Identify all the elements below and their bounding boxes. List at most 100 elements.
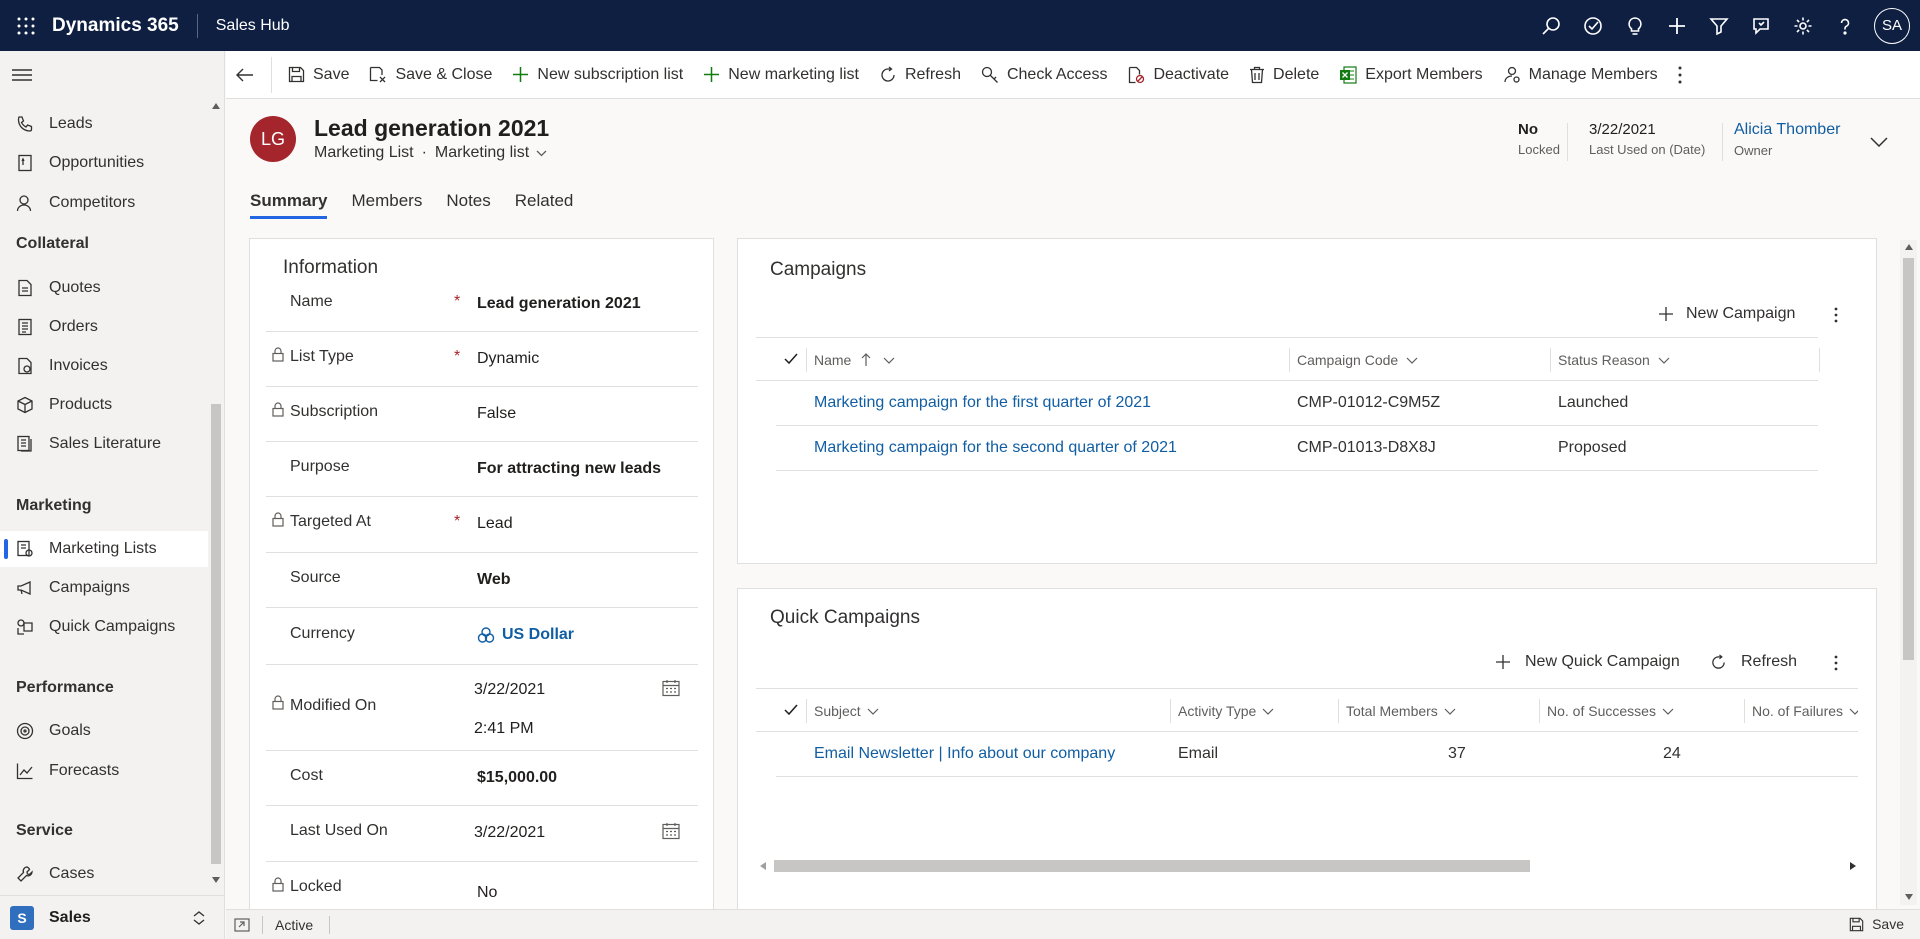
owner-link[interactable]: Alicia Thomber <box>1734 121 1840 139</box>
area-switcher[interactable]: S Sales <box>0 895 224 939</box>
select-all-checkmark-icon[interactable] <box>784 704 798 716</box>
deactivate-button[interactable]: Deactivate <box>1117 51 1239 99</box>
purpose-input[interactable]: For attracting new leads <box>477 460 661 478</box>
column-separator <box>806 348 807 372</box>
sidebar-item-competitors[interactable]: Competitors <box>0 185 208 221</box>
plus-icon[interactable] <box>1656 0 1698 51</box>
scroll-down-icon[interactable] <box>1905 894 1913 900</box>
horizontal-scrollbar[interactable] <box>756 857 1860 875</box>
source-select[interactable]: Web <box>477 571 510 589</box>
back-button[interactable] <box>226 56 272 93</box>
save-close-button[interactable]: Save & Close <box>359 51 502 99</box>
sidebar-item-sales-literature[interactable]: Sales Literature <box>0 426 208 462</box>
quick-campaign-subject-link[interactable]: Email Newsletter | Info about our compan… <box>814 745 1115 763</box>
column-header-successes[interactable]: No. of Successes <box>1547 703 1674 719</box>
more-vertical-icon[interactable] <box>1834 655 1838 671</box>
sidebar-item-quotes[interactable]: Quotes <box>0 270 208 306</box>
scroll-down-icon[interactable] <box>212 877 220 883</box>
last-used-input[interactable]: 3/22/2021 <box>474 824 545 842</box>
calendar-icon[interactable] <box>662 822 680 840</box>
column-header-status-reason[interactable]: Status Reason <box>1558 352 1670 368</box>
column-header-failures[interactable]: No. of Failures <box>1752 703 1858 719</box>
quick-refresh-button[interactable]: Refresh <box>1710 653 1797 671</box>
sidebar-item-label: Opportunities <box>49 154 145 171</box>
sidebar-scroll-thumb[interactable] <box>211 404 221 864</box>
tab-notes[interactable]: Notes <box>446 191 490 219</box>
sidebar-scrollbar[interactable] <box>208 51 224 891</box>
sidebar-item-quick-campaigns[interactable]: Quick Campaigns <box>0 609 208 645</box>
lightbulb-icon[interactable] <box>1614 0 1656 51</box>
sidebar-item-invoices[interactable]: Invoices <box>0 348 208 384</box>
sidebar-item-campaigns[interactable]: Campaigns <box>0 570 208 606</box>
tab-related[interactable]: Related <box>515 191 574 219</box>
open-in-new-window-icon[interactable] <box>234 917 250 932</box>
cost-input[interactable]: $15,000.00 <box>477 769 557 787</box>
tab-members[interactable]: Members <box>351 191 422 219</box>
currency-link[interactable]: US Dollar <box>502 626 574 644</box>
help-icon[interactable] <box>1824 0 1866 51</box>
form-selector[interactable]: Marketing list <box>435 144 529 162</box>
campaign-name-link[interactable]: Marketing campaign for the first quarter… <box>814 394 1151 412</box>
new-marketing-label: New marketing list <box>728 65 859 83</box>
calendar-icon[interactable] <box>662 679 680 697</box>
delete-button[interactable]: Delete <box>1239 51 1329 99</box>
user-avatar[interactable]: SA <box>1874 7 1910 44</box>
sidebar-item-goals[interactable]: Goals <box>0 713 208 749</box>
table-row[interactable]: Marketing campaign for the second quarte… <box>776 426 1818 471</box>
export-members-button[interactable]: Export Members <box>1329 51 1492 99</box>
campaign-name-link[interactable]: Marketing campaign for the second quarte… <box>814 439 1177 457</box>
field-name: Name * Lead generation 2021 <box>266 277 698 332</box>
main-scroll-thumb[interactable] <box>1903 258 1914 660</box>
new-quick-campaign-button[interactable]: New Quick Campaign <box>1495 653 1680 671</box>
new-campaign-button[interactable]: New Campaign <box>1658 305 1795 323</box>
horizontal-scroll-thumb[interactable] <box>774 860 1530 872</box>
column-header-activity-type[interactable]: Activity Type <box>1178 703 1274 719</box>
scroll-left-icon[interactable] <box>760 862 766 870</box>
save-button[interactable]: Save <box>278 51 359 99</box>
refresh-button[interactable]: Refresh <box>869 51 971 99</box>
new-marketing-list-button[interactable]: New marketing list <box>693 51 869 99</box>
gear-icon[interactable] <box>1782 0 1824 51</box>
table-row[interactable]: Marketing campaign for the first quarter… <box>776 381 1818 426</box>
column-header-campaign-code[interactable]: Campaign Code <box>1297 352 1418 368</box>
sidebar-item-forecasts[interactable]: Forecasts <box>0 753 208 789</box>
more-vertical-icon[interactable] <box>1834 307 1838 323</box>
lock-icon <box>272 347 284 362</box>
column-header-subject[interactable]: Subject <box>814 703 879 719</box>
sidebar-item-label: Sales Literature <box>49 435 162 452</box>
check-access-button[interactable]: Check Access <box>971 51 1117 99</box>
assistant-icon[interactable] <box>1740 0 1782 51</box>
campaign-status: Proposed <box>1558 439 1627 456</box>
expand-header-icon[interactable] <box>1870 137 1888 147</box>
marketing-list-icon <box>17 540 33 557</box>
name-input[interactable]: Lead generation 2021 <box>477 295 641 313</box>
task-check-icon[interactable] <box>1572 0 1614 51</box>
sidebar-item-leads[interactable]: Leads <box>0 106 208 142</box>
table-row[interactable]: Email Newsletter | Info about our compan… <box>776 732 1858 777</box>
search-icon[interactable] <box>1530 0 1572 51</box>
select-all-checkmark-icon[interactable] <box>784 353 798 365</box>
brand-title[interactable]: Dynamics 365 <box>52 13 198 38</box>
filter-icon[interactable] <box>1698 0 1740 51</box>
app-name[interactable]: Sales Hub <box>198 17 290 35</box>
chevron-down-icon[interactable] <box>536 150 547 157</box>
status-save-button[interactable]: Save <box>1849 916 1904 932</box>
hamburger-menu-icon[interactable] <box>12 67 32 83</box>
sidebar-item-orders[interactable]: Orders <box>0 309 208 345</box>
phone-icon <box>17 116 33 132</box>
sidebar-item-products[interactable]: Products <box>0 387 208 423</box>
app-launcher-icon[interactable] <box>0 0 52 51</box>
scroll-right-icon[interactable] <box>1850 862 1856 870</box>
column-header-name[interactable]: Name <box>814 352 895 368</box>
new-subscription-list-button[interactable]: New subscription list <box>502 51 693 99</box>
more-commands-button[interactable] <box>1668 51 1700 99</box>
scroll-up-icon[interactable] <box>1905 244 1913 250</box>
tab-summary[interactable]: Summary <box>250 191 328 219</box>
sidebar-item-cases[interactable]: Cases <box>0 856 208 892</box>
manage-members-button[interactable]: Manage Members <box>1493 51 1668 99</box>
scroll-up-icon[interactable] <box>212 103 220 109</box>
column-header-total-members[interactable]: Total Members <box>1346 703 1456 719</box>
main-scrollbar[interactable] <box>1900 240 1917 905</box>
sidebar-item-marketing-lists[interactable]: Marketing Lists <box>0 531 208 567</box>
sidebar-item-opportunities[interactable]: Opportunities <box>0 145 208 181</box>
